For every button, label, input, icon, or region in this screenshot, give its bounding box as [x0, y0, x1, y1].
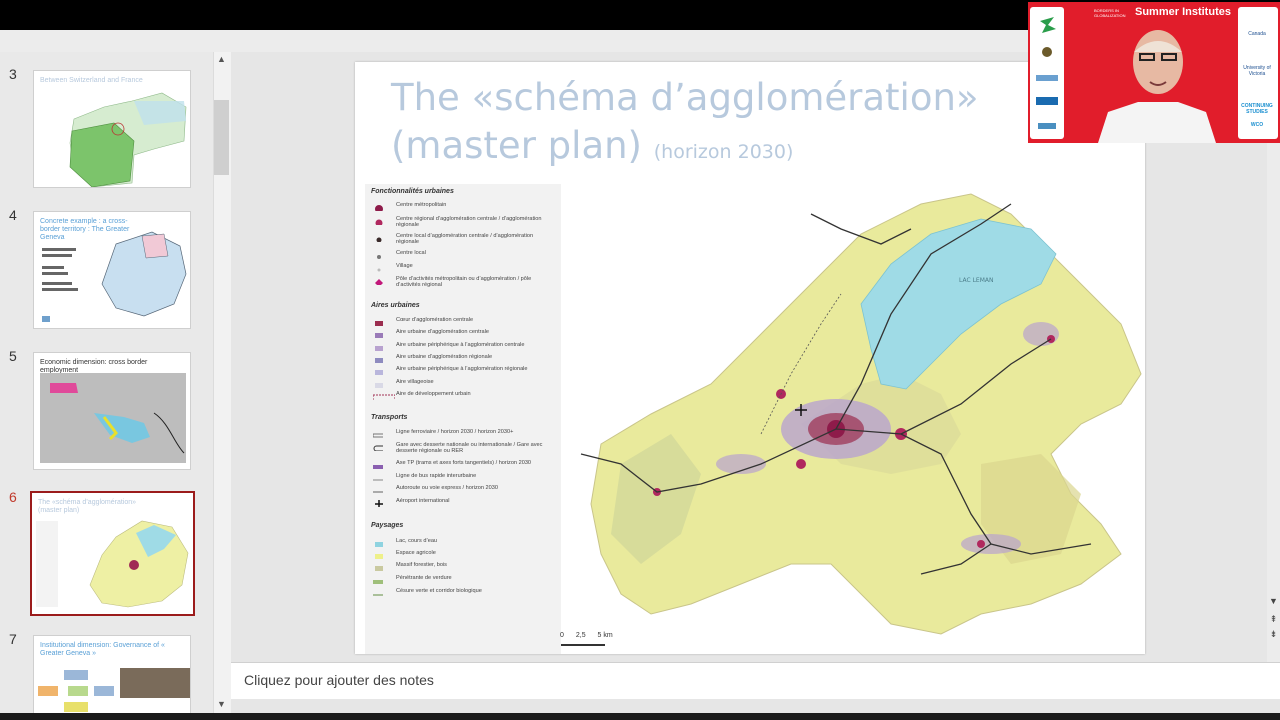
legend-item: Lac, cours d’eau: [369, 538, 559, 550]
sponsor-logos-right: Canada University of Victoria CONTINUING…: [1238, 7, 1278, 139]
legend-item: Césure verte et corridor biologique: [373, 588, 482, 596]
thumbnail-map: [42, 231, 187, 322]
legend-item: Autoroute ou voie express / horizon 2030: [373, 485, 498, 493]
legend-item: Centre local d’agglomération centrale / …: [369, 233, 559, 245]
legend-item: Massif forestier, bois: [369, 562, 559, 574]
scale-bar: [561, 644, 605, 646]
lake-label: LAC LEMAN: [959, 277, 993, 284]
sponsor-logo: Canada: [1248, 31, 1266, 37]
master-plan-map: LAC LEMAN: [580, 193, 1142, 635]
thumbnail-number: 6: [9, 489, 17, 505]
editor-scrollbar[interactable]: [1267, 52, 1280, 662]
slide-thumbnail-5[interactable]: Economic dimension: cross border employm…: [33, 352, 191, 470]
legend-item: Centre local: [369, 250, 559, 262]
slide-thumbnail-6[interactable]: The «schéma d’agglomération» (master pla…: [30, 491, 195, 616]
thumbnail-number: 4: [9, 207, 17, 223]
legend-item: Gare avec desserte nationale ou internat…: [369, 442, 559, 454]
slide-thumbnail-7[interactable]: Institutional dimension: Governance of «…: [33, 635, 191, 713]
legend-item: Centre régional d’agglomération centrale…: [369, 216, 559, 228]
map-scale: 0 2,5 5 km: [560, 632, 613, 639]
current-slide[interactable]: The «schéma d’agglomération» (master pla…: [355, 62, 1145, 654]
legend-item: Pôle d’activités métropolitain ou d’aggl…: [369, 276, 559, 288]
next-slide-icon[interactable]: ⇟: [1267, 628, 1280, 641]
legend-heading: Paysages: [371, 522, 404, 529]
legend-item: Ligne ferroviaire / horizon 2030 / horiz…: [369, 429, 559, 441]
legend-heading: Fonctionnalités urbaines: [371, 188, 454, 195]
legend-item: Axe TP (trams et axes forts tangentiels)…: [369, 460, 559, 472]
slide-thumbnail-4[interactable]: Concrete example : a cross-border territ…: [33, 211, 191, 329]
legend-item: Village: [369, 263, 559, 275]
previous-slide-icon[interactable]: ⇞: [1267, 613, 1280, 626]
legend-item: Pénétrante de verdure: [369, 575, 559, 587]
speaker-video: BORDERS IN GLOBALIZATION Summer Institut…: [1028, 2, 1280, 143]
sponsor-logo: CONTINUING STUDIES: [1241, 103, 1273, 115]
legend-item: Centre métropolitain: [369, 202, 559, 214]
legend-item: Espace agricole: [369, 550, 559, 562]
legend-heading: Aires urbaines: [371, 302, 420, 309]
thumbnail-number: 3: [9, 66, 17, 82]
status-bar: [0, 713, 1280, 720]
map-legend: Fonctionnalités urbaines Centre métropol…: [365, 184, 561, 654]
legend-heading: Transports: [371, 414, 408, 421]
legend-item: Ligne de bus rapide interurbaine: [373, 473, 477, 481]
thumbnail-chart: [38, 668, 190, 712]
slide-thumbnail-3[interactable]: Between Switzerland and France: [33, 70, 191, 188]
scale-label: 2,5: [575, 632, 586, 639]
sponsor-logo: WCO: [1250, 122, 1264, 128]
thumbnail-number: 7: [9, 631, 17, 647]
slide-title-line1: The «schéma d’agglomération»: [391, 76, 979, 119]
legend-item: Aire urbaine périphérique à l’agglomérat…: [369, 366, 559, 378]
thumbnail-number: 5: [9, 348, 17, 364]
scroll-up-arrow-icon[interactable]: ▲: [213, 52, 230, 66]
legend-item: Aire urbaine périphérique à l’agglomérat…: [369, 342, 559, 354]
notes-placeholder[interactable]: Cliquez pour ajouter des notes: [244, 672, 434, 688]
legend-item: Aire urbaine d’agglomération centrale: [369, 329, 559, 341]
legend-item: Cœur d’agglomération centrale: [369, 317, 559, 329]
legend-item: Aéroport international: [369, 498, 559, 510]
scale-label: 0: [560, 632, 564, 639]
thumbnail-map: [69, 92, 187, 187]
scale-label: 5 km: [597, 632, 613, 639]
scroll-down-icon[interactable]: ▼: [1267, 595, 1280, 608]
scroll-down-arrow-icon[interactable]: ▼: [213, 697, 230, 711]
thumbnail-map: [36, 520, 189, 608]
thumbnail-scrollbar-thumb[interactable]: [214, 100, 229, 175]
legend-item: Aire villageoise: [369, 379, 559, 391]
legend-item: Aire urbaine d’agglomération régionale: [369, 354, 559, 366]
sponsor-logo: University of Victoria: [1243, 65, 1271, 77]
notes-pane[interactable]: Cliquez pour ajouter des notes: [231, 662, 1280, 699]
slide-thumbnail-pane[interactable]: 3 Between Switzerland and France 4 Concr…: [0, 52, 213, 713]
thumbnail-map: [40, 373, 186, 463]
legend-item: Aire de développement urbain: [369, 391, 559, 403]
